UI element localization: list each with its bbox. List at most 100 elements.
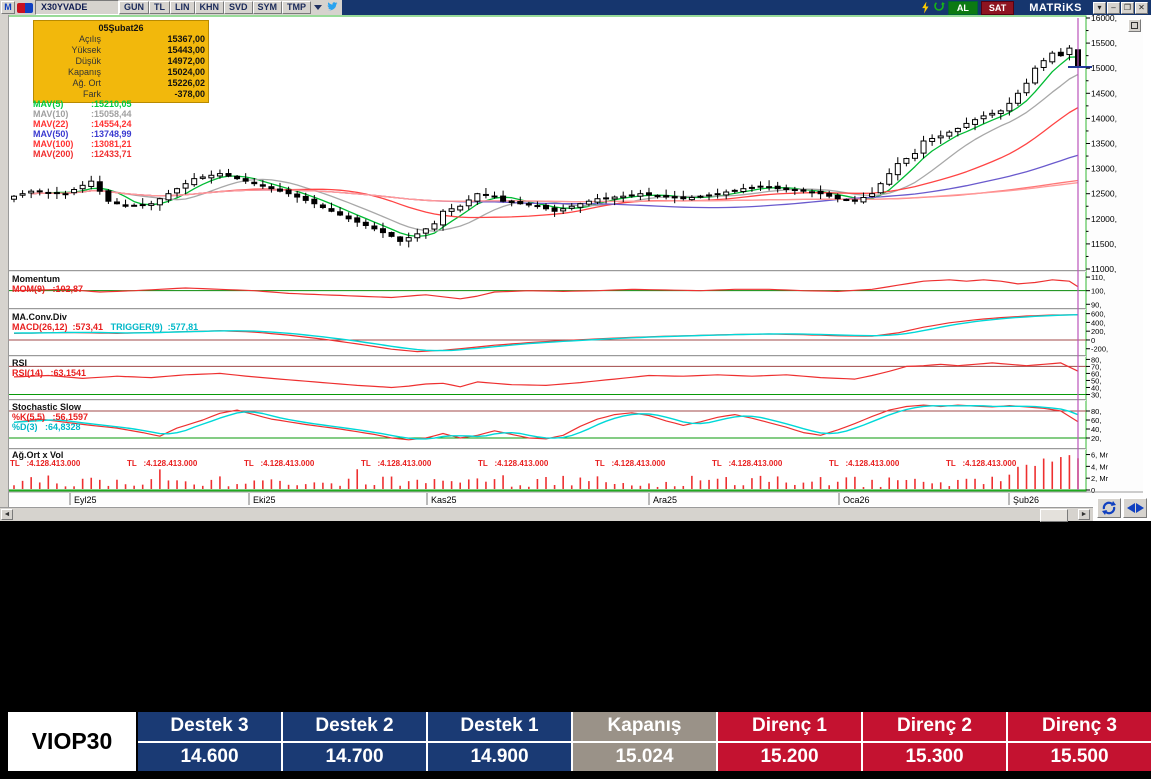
sell-button[interactable]: SAT	[981, 1, 1014, 15]
chart-window: M X30YVADE GUNTLLINKHNSVDSYMTMP AL SAT M…	[0, 0, 1151, 521]
moving-average-legend: MAV(5):15210,05MAV(10):15058,44MAV(22):1…	[33, 99, 132, 159]
lightning-icon[interactable]	[921, 2, 930, 14]
svg-text:12500,: 12500,	[1091, 189, 1117, 199]
svg-text:13500,: 13500,	[1091, 139, 1117, 149]
average-volume-labels: TL :4.128.413.000 TL :4.128.413.000 TL :4.…	[10, 459, 1080, 469]
ohlc-row: Düşük14972,00	[37, 56, 205, 67]
mav-legend-row: MAV(10):15058,44	[33, 109, 132, 119]
dropdown-window-button[interactable]: ▾	[1093, 2, 1106, 14]
mav-name: MAV(50)	[33, 129, 89, 139]
svg-text:20,: 20,	[1091, 434, 1101, 443]
instrument-flag-icon	[17, 3, 33, 13]
stoch-d-value: :64,8328	[45, 422, 81, 432]
ohlc-info-box: 05Şubat26 Açılış15367,00Yüksek15443,00Dü…	[33, 20, 209, 103]
stoch-k-param: %K(5,5)	[12, 412, 45, 422]
svg-text:400,: 400,	[1091, 318, 1106, 327]
momentum-panel-labels: Momentum MOM(9) :102,87	[12, 274, 83, 294]
svg-text:0: 0	[1091, 336, 1095, 345]
minimize-window-button[interactable]: –	[1107, 2, 1120, 14]
svg-text:0: 0	[1091, 486, 1095, 495]
stoch-title: Stochastic Slow	[12, 402, 88, 412]
table-col-kapanış: Kapanış15.024	[573, 712, 716, 771]
page-left-right-buttons[interactable]	[1123, 498, 1147, 518]
svg-text:80,: 80,	[1091, 407, 1101, 416]
ohlc-value: 15024,00	[101, 67, 205, 78]
ohlc-value: 14972,00	[101, 56, 205, 67]
mav-legend-row: MAV(5):15210,05	[33, 99, 132, 109]
avg-volume-label: TL :4.128.413.000	[946, 459, 1016, 468]
close-window-button[interactable]: ✕	[1135, 2, 1148, 14]
twitter-icon[interactable]	[326, 0, 339, 17]
mav-legend-row: MAV(200):12433,71	[33, 149, 132, 159]
maximize-window-button[interactable]: ❐	[1121, 2, 1134, 14]
levels-table: Destek 314.600Destek 214.700Destek 114.9…	[138, 712, 1151, 771]
scroll-right-button[interactable]: ►	[1078, 509, 1090, 520]
macd-title: MA.Conv.Div	[12, 312, 198, 322]
ohlc-value: 15226,02	[101, 78, 205, 89]
stoch-k-value: :56,1597	[53, 412, 89, 422]
toolbar-button-svd[interactable]: SVD	[224, 1, 253, 14]
svg-text:15500,: 15500,	[1091, 38, 1117, 48]
mav-value: :13748,99	[89, 129, 132, 139]
scroll-left-button[interactable]: ◄	[1, 509, 13, 520]
table-value: 15.200	[718, 743, 861, 772]
horizontal-scrollbar[interactable]: ◄ ►	[0, 507, 1093, 521]
ohlc-label: Ağ. Ort	[37, 78, 101, 89]
table-col-direnç-1: Direnç 115.200	[718, 712, 861, 771]
chart-nav-cluster	[1097, 498, 1147, 518]
svg-text:Oca26: Oca26	[843, 495, 870, 505]
screen: M X30YVADE GUNTLLINKHNSVDSYMTMP AL SAT M…	[0, 0, 1151, 779]
table-col-destek-1: Destek 114.900	[428, 712, 571, 771]
chevron-down-icon[interactable]	[314, 5, 322, 10]
svg-text:Eyl25: Eyl25	[74, 495, 97, 505]
rsi-panel-labels: RSI RSI(14) :63,1541	[12, 358, 86, 378]
ohlc-value: 15367,00	[101, 34, 205, 45]
mav-name: MAV(200)	[33, 149, 89, 159]
mav-value: :15058,44	[89, 109, 132, 119]
page-right-icon[interactable]	[1136, 503, 1144, 513]
svg-text:14500,: 14500,	[1091, 88, 1117, 98]
avg-volume-label: TL :4.128.413.000	[829, 459, 899, 468]
table-header: Destek 2	[283, 712, 426, 741]
toolbar-button-gun[interactable]: GUN	[119, 1, 149, 14]
refresh-icon[interactable]	[933, 0, 945, 17]
svg-text:Kas25: Kas25	[431, 495, 457, 505]
matriks-m-button[interactable]: M	[1, 1, 15, 14]
svg-text:200,: 200,	[1091, 327, 1106, 336]
scrollbar-thumb[interactable]	[1040, 509, 1068, 522]
svg-text:100,: 100,	[1091, 287, 1106, 296]
ohlc-row: Kapanış15024,00	[37, 67, 205, 78]
avg-volume-label: TL :4.128.413.000	[10, 459, 80, 468]
buy-button[interactable]: AL	[948, 1, 978, 15]
chart-properties-button[interactable]	[1128, 19, 1141, 32]
svg-text:15000,: 15000,	[1091, 63, 1117, 73]
table-col-direnç-2: Direnç 215.300	[863, 712, 1006, 771]
toolbar-button-lin[interactable]: LIN	[170, 1, 195, 14]
toolbar-button-khn[interactable]: KHN	[195, 1, 225, 14]
svg-text:13000,: 13000,	[1091, 164, 1117, 174]
svg-text:12000,: 12000,	[1091, 214, 1117, 224]
left-splitter[interactable]	[0, 15, 9, 521]
ohlc-label: Düşük	[37, 56, 101, 67]
toolbar-buttons: GUNTLLINKHNSVDSYMTMP	[119, 1, 311, 14]
ohlc-row: Yüksek15443,00	[37, 45, 205, 56]
symbol-label[interactable]: X30YVADE	[35, 0, 119, 15]
page-left-icon[interactable]	[1127, 503, 1135, 513]
ohlc-row: Açılış15367,00	[37, 34, 205, 45]
svg-text:110,: 110,	[1091, 273, 1105, 282]
instrument-cell: VIOP30	[8, 712, 136, 771]
macd-panel-labels: MA.Conv.Div MACD(26,12) :573,41 TRIGGER(…	[12, 312, 198, 332]
mav-value: :14554,24	[89, 119, 132, 129]
mav-value: :12433,71	[89, 149, 132, 159]
svg-text:11500,: 11500,	[1091, 239, 1116, 249]
toolbar-button-tmp[interactable]: TMP	[282, 1, 311, 14]
toolbar-button-tl[interactable]: TL	[149, 1, 170, 14]
refresh-data-button[interactable]	[1097, 498, 1121, 518]
table-value: 15.024	[573, 743, 716, 772]
toolbar-button-sym[interactable]: SYM	[253, 1, 283, 14]
svg-text:-200,: -200,	[1091, 345, 1108, 354]
avg-volume-label: TL :4.128.413.000	[127, 459, 197, 468]
mav-name: MAV(5)	[33, 99, 89, 109]
table-header: Kapanış	[573, 712, 716, 741]
avg-volume-label: TL :4.128.413.000	[595, 459, 665, 468]
